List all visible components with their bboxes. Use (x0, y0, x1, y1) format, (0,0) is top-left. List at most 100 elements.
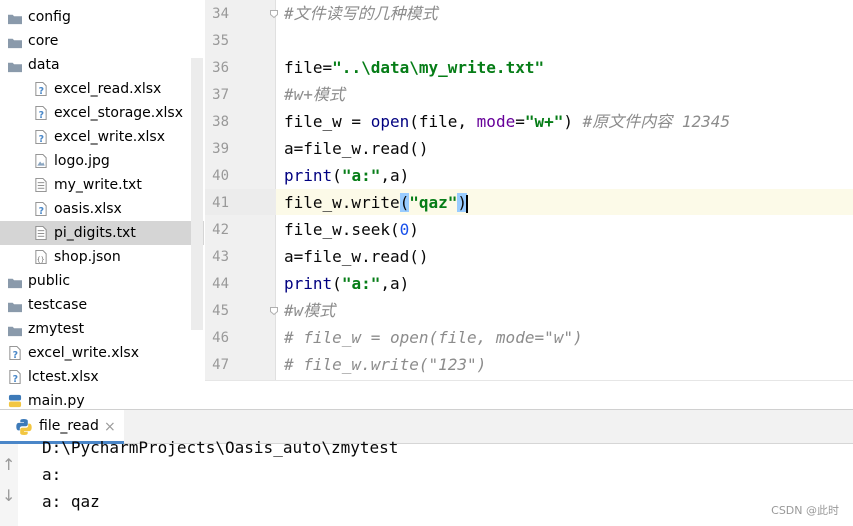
code-token: ) (409, 220, 419, 239)
tree-item-label: zmytest (28, 321, 85, 337)
code-line[interactable]: #文件读写的几种模式 (284, 1, 438, 27)
tree-item[interactable]: main.py (0, 389, 192, 409)
tree-item[interactable]: config (0, 5, 192, 29)
tree-item[interactable]: public (0, 269, 192, 293)
code-line[interactable]: #w模式 (284, 298, 335, 324)
svg-text:?: ? (13, 374, 18, 384)
fold-marker-icon[interactable] (269, 306, 279, 316)
code-line[interactable]: # file_w = open(file, mode="w") (284, 325, 583, 351)
run-tab-label: file_read (39, 418, 99, 434)
code-line[interactable]: print("a:",a) (284, 163, 409, 189)
editor-bottom-area (205, 380, 853, 409)
image-file-icon (35, 154, 47, 168)
code-token: "w+" (524, 112, 564, 131)
fold-marker-icon[interactable] (269, 9, 279, 19)
run-tool-window: file_read × ↑ ↓ D:\PycharmProjects\Oasis… (0, 409, 853, 526)
line-number: 42 (212, 222, 229, 238)
tree-item[interactable]: ? oasis.xlsx (0, 197, 192, 221)
code-line[interactable]: a=file_w.read() (284, 136, 429, 162)
xlsx-file-icon: ? (35, 202, 47, 216)
watermark: CSDN @此时 (771, 504, 839, 517)
code-token: file_w.write (284, 193, 400, 212)
tree-item[interactable]: pi_digits.txt (0, 221, 204, 245)
folder-icon (8, 38, 22, 49)
code-token: ( (399, 193, 410, 212)
code-token: # file_w.write("123") (284, 355, 487, 374)
code-line[interactable]: # file_w.write("123") (284, 352, 486, 378)
run-side-toolbar: ↑ ↓ (0, 444, 18, 526)
tree-item[interactable]: ? excel_write.xlsx (0, 341, 192, 365)
tree-item-label: oasis.xlsx (54, 201, 122, 217)
console-output-line: D:\PycharmProjects\Oasis_auto\zmytest (42, 438, 399, 457)
line-number: 34 (212, 6, 229, 22)
tree-item[interactable]: ? excel_write.xlsx (0, 125, 192, 149)
code-token: file_w = (284, 112, 371, 131)
tree-item[interactable]: my_write.txt (0, 173, 192, 197)
tree-item-label: config (28, 9, 71, 25)
code-token: # file_w = open(file, mode="w") (284, 328, 583, 347)
tree-item[interactable]: ? lctest.xlsx (0, 365, 192, 389)
line-number: 46 (212, 330, 229, 346)
tree-item[interactable]: logo.jpg (0, 149, 192, 173)
tree-item[interactable]: zmytest (0, 317, 192, 341)
tree-item-label: core (28, 33, 59, 49)
python-file-icon (8, 394, 22, 408)
svg-text:?: ? (39, 110, 44, 120)
code-token: file_w.seek( (284, 220, 400, 239)
line-number: 38 (212, 114, 229, 130)
code-editor[interactable]: 34 #文件读写的几种模式 35 36 file="..\data\my_write.t… (205, 0, 853, 409)
line-number: 39 (212, 141, 229, 157)
svg-text:{}: {} (37, 255, 45, 263)
tree-item[interactable]: {} shop.json (0, 245, 192, 269)
tree-item[interactable]: ? excel_storage.xlsx (0, 101, 192, 125)
code-line[interactable]: file_w.seek(0) (284, 217, 419, 243)
tree-item[interactable]: ? excel_read.xlsx (0, 77, 192, 101)
xlsx-file-icon: ? (35, 82, 47, 96)
line-number: 43 (212, 249, 229, 265)
tree-item-label: public (28, 273, 71, 289)
console-output-line: a: qaz (42, 492, 100, 511)
up-arrow-icon[interactable]: ↑ (2, 457, 15, 473)
code-line[interactable]: file_w.write("qaz") (284, 190, 469, 216)
line-number: 40 (212, 168, 229, 184)
code-token: ) (563, 112, 583, 131)
tree-item-label: excel_read.xlsx (54, 81, 162, 97)
line-number: 37 (212, 87, 229, 103)
close-icon[interactable]: × (104, 419, 116, 435)
xlsx-file-icon: ? (9, 346, 21, 360)
line-number: 45 (212, 303, 229, 319)
tree-item-label: pi_digits.txt (54, 225, 136, 241)
folder-icon (8, 302, 22, 313)
code-token: ( (332, 166, 342, 185)
tree-item-label: excel_write.xlsx (28, 345, 140, 361)
code-token: "a:" (341, 274, 381, 293)
tree-item[interactable]: core (0, 29, 192, 53)
tree-item-label: my_write.txt (54, 177, 142, 193)
xlsx-file-icon: ? (35, 106, 47, 120)
code-token: ( (332, 274, 342, 293)
tree-item-label: testcase (28, 297, 88, 313)
project-tree: config core data? excel_read.xlsx ? excel_sto… (0, 0, 205, 409)
text-file-icon (35, 226, 47, 240)
line-number: 47 (212, 357, 229, 373)
code-line[interactable]: file="..\data\my_write.txt" (284, 55, 544, 81)
project-tree-scrollbar[interactable] (191, 58, 203, 330)
json-file-icon: {} (35, 250, 47, 264)
text-caret (466, 194, 469, 213)
code-line[interactable]: #w+模式 (284, 82, 345, 108)
tree-item[interactable]: testcase (0, 293, 192, 317)
svg-text:?: ? (39, 206, 44, 216)
code-token: #w模式 (284, 301, 336, 320)
svg-text:?: ? (39, 134, 44, 144)
code-token: #原文件内容 12345 (582, 112, 731, 131)
tree-item-label: main.py (28, 393, 85, 409)
code-token: print (284, 274, 333, 293)
tree-item[interactable]: data (0, 53, 192, 77)
down-arrow-icon[interactable]: ↓ (2, 488, 15, 504)
code-line[interactable]: a=file_w.read() (284, 244, 429, 270)
code-line[interactable]: file_w = open(file, mode="w+") #原文件内容 12… (284, 109, 730, 135)
code-line[interactable]: print("a:",a) (284, 271, 409, 297)
folder-icon (8, 14, 22, 25)
tree-item-label: excel_write.xlsx (54, 129, 166, 145)
console-output-line: a: (42, 465, 62, 484)
